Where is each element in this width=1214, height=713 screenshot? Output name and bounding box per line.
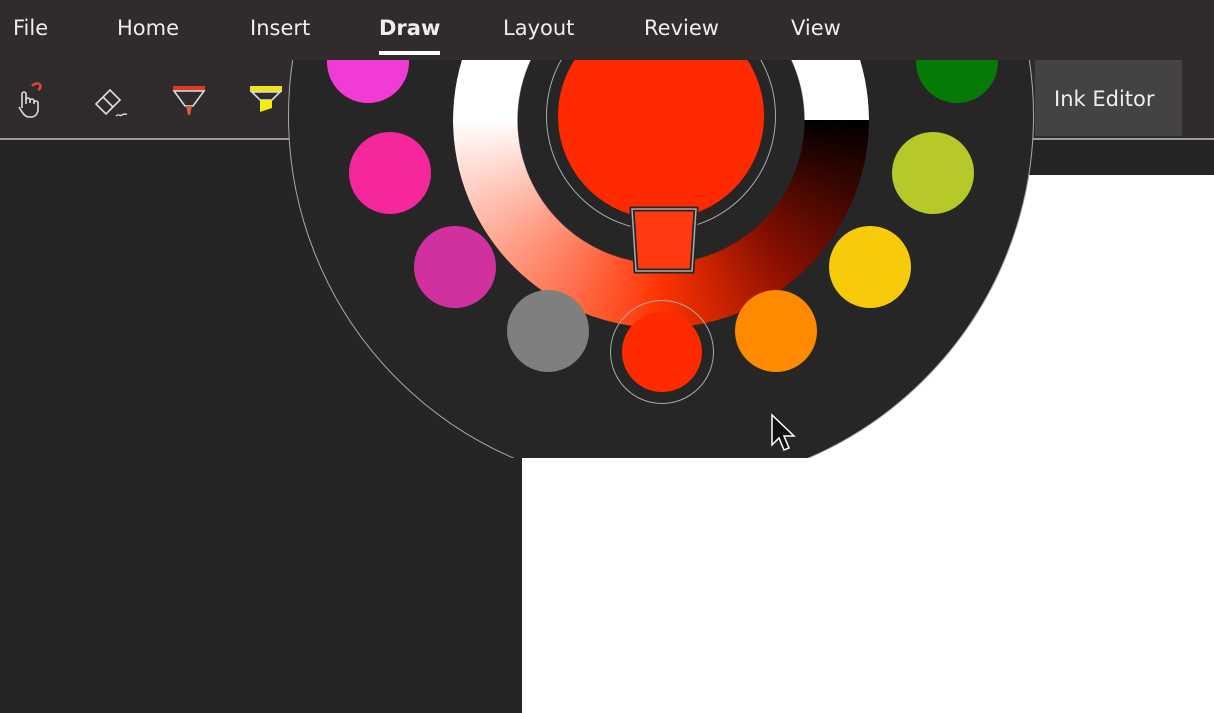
swatch-purple[interactable] <box>414 226 496 308</box>
ribbon-tabs: File Home Insert Draw Layout Review View <box>0 0 1214 60</box>
swatch-gray[interactable] <box>507 290 589 372</box>
tab-file[interactable]: File <box>13 16 48 40</box>
mouse-cursor-icon <box>771 413 796 451</box>
tab-draw[interactable]: Draw <box>379 16 441 55</box>
tab-home[interactable]: Home <box>117 16 179 40</box>
swatch-orange[interactable] <box>735 290 817 372</box>
swatch-red-selected[interactable] <box>622 312 702 392</box>
tab-insert[interactable]: Insert <box>250 16 310 40</box>
tab-layout[interactable]: Layout <box>503 16 574 40</box>
tab-review[interactable]: Review <box>644 16 719 40</box>
tab-view[interactable]: View <box>791 16 841 40</box>
swatch-pink[interactable] <box>349 132 431 214</box>
color-wheel-popup <box>0 58 1214 458</box>
shade-selector-handle[interactable] <box>624 206 704 274</box>
swatch-yellow[interactable] <box>829 226 911 308</box>
swatch-yellow-green[interactable] <box>892 132 974 214</box>
